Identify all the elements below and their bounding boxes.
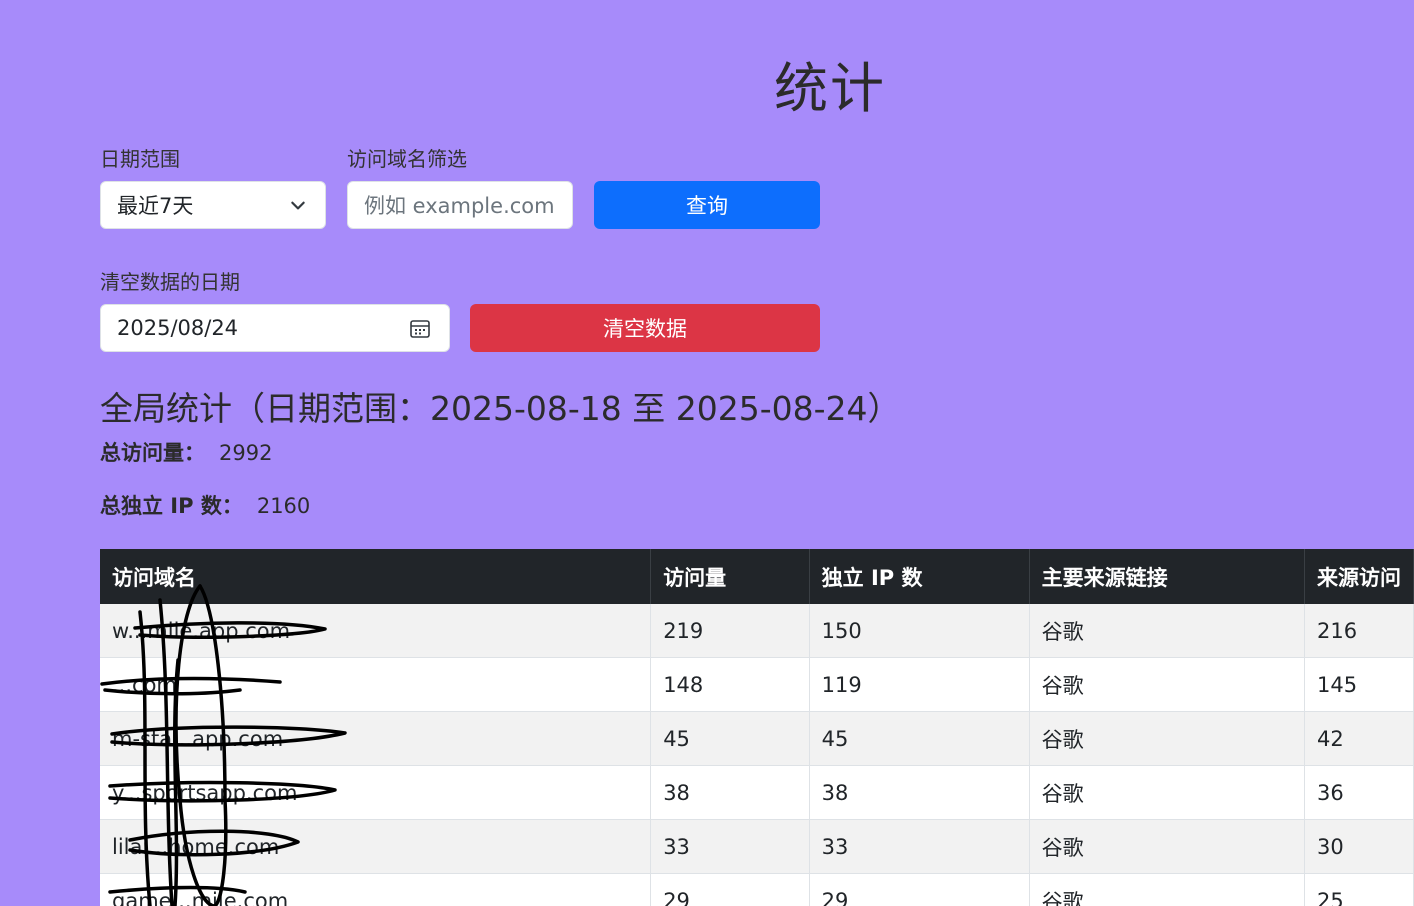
- clear-date-value: 2025/08/24: [117, 316, 239, 340]
- cell-top-referrer: 谷歌: [1029, 819, 1305, 874]
- clear-date-input[interactable]: 2025/08/24: [100, 304, 450, 352]
- table-row: w...mile.app.com 219 150 谷歌 216: [100, 604, 1414, 658]
- query-button[interactable]: 查询: [594, 181, 820, 229]
- table-row: y...sportsapp.com 38 38 谷歌 36: [100, 765, 1414, 820]
- chevron-down-icon: [291, 201, 305, 210]
- cell-visits: 45: [650, 711, 810, 766]
- cell-referrer-visits: 36: [1304, 765, 1414, 820]
- cell-referrer-visits: 216: [1304, 604, 1414, 658]
- cell-top-referrer: 谷歌: [1029, 657, 1305, 712]
- table-row: lilai...home.com 33 33 谷歌 30: [100, 819, 1414, 874]
- cell-visits: 148: [650, 657, 810, 712]
- cell-domain: lilai...home.com: [100, 819, 652, 874]
- stats-page: 统计 日期范围 最近7天 访问域名筛选 例如 example.com 查询 清空…: [0, 0, 1414, 906]
- cell-referrer-visits: 145: [1304, 657, 1414, 712]
- cell-unique-ips: 45: [809, 711, 1030, 766]
- cell-visits: 29: [650, 873, 810, 906]
- total-ips: 总独立 IP 数： 2160: [100, 490, 310, 520]
- header-unique-ips: 独立 IP 数: [809, 549, 1030, 604]
- table-row: game...mile.com 29 29 谷歌 25: [100, 873, 1414, 906]
- cell-unique-ips: 29: [809, 873, 1030, 906]
- table-body: w...mile.app.com 219 150 谷歌 216 ...com 148 119 谷…: [100, 604, 1414, 906]
- cell-top-referrer: 谷歌: [1029, 873, 1305, 906]
- cell-domain: m-sta...app.com: [100, 711, 652, 766]
- date-range-select[interactable]: 最近7天: [100, 181, 326, 229]
- table-row: ...com 148 119 谷歌 145: [100, 657, 1414, 712]
- cell-domain: y...sportsapp.com: [100, 765, 652, 820]
- domain-filter-input[interactable]: 例如 example.com: [347, 181, 573, 229]
- calendar-icon[interactable]: [409, 318, 431, 340]
- cell-unique-ips: 119: [809, 657, 1030, 712]
- clear-date-label: 清空数据的日期: [100, 270, 240, 294]
- cell-domain: ...com: [100, 657, 652, 712]
- cell-unique-ips: 33: [809, 819, 1030, 874]
- cell-referrer-visits: 25: [1304, 873, 1414, 906]
- table-row: m-sta...app.com 45 45 谷歌 42: [100, 711, 1414, 766]
- cell-visits: 38: [650, 765, 810, 820]
- total-ips-value: 2160: [256, 494, 311, 518]
- cell-referrer-visits: 42: [1304, 711, 1414, 766]
- domain-filter-placeholder: 例如 example.com: [364, 194, 555, 218]
- page-title: 统计: [774, 57, 886, 120]
- cell-domain: w...mile.app.com: [100, 604, 652, 658]
- cell-top-referrer: 谷歌: [1029, 711, 1305, 766]
- header-visits: 访问量: [650, 549, 810, 604]
- summary-title: 全局统计（日期范围：2025-08-18 至 2025-08-24）: [100, 389, 901, 428]
- cell-top-referrer: 谷歌: [1029, 604, 1305, 658]
- clear-data-button[interactable]: 清空数据: [470, 304, 820, 352]
- cell-unique-ips: 150: [809, 604, 1030, 658]
- table-header-row: 访问域名 访问量 独立 IP 数 主要来源链接 来源访问: [100, 549, 1414, 604]
- total-visits: 总访问量： 2992: [100, 437, 272, 467]
- header-top-referrer: 主要来源链接: [1029, 549, 1305, 604]
- stats-table: 访问域名 访问量 独立 IP 数 主要来源链接 来源访问 w...mile.ap…: [100, 549, 1414, 906]
- date-range-label: 日期范围: [100, 147, 180, 171]
- total-ips-label: 总独立 IP 数：: [100, 494, 243, 518]
- header-domain: 访问域名: [100, 549, 652, 604]
- total-visits-value: 2992: [219, 441, 273, 465]
- domain-filter-label: 访问域名筛选: [347, 147, 467, 171]
- cell-top-referrer: 谷歌: [1029, 765, 1305, 820]
- total-visits-label: 总访问量：: [100, 441, 205, 465]
- cell-visits: 33: [650, 819, 810, 874]
- cell-visits: 219: [650, 604, 810, 658]
- cell-referrer-visits: 30: [1304, 819, 1414, 874]
- header-referrer-visits: 来源访问: [1304, 549, 1414, 604]
- cell-unique-ips: 38: [809, 765, 1030, 820]
- date-range-value: 最近7天: [117, 194, 194, 218]
- cell-domain: game...mile.com: [100, 873, 652, 906]
